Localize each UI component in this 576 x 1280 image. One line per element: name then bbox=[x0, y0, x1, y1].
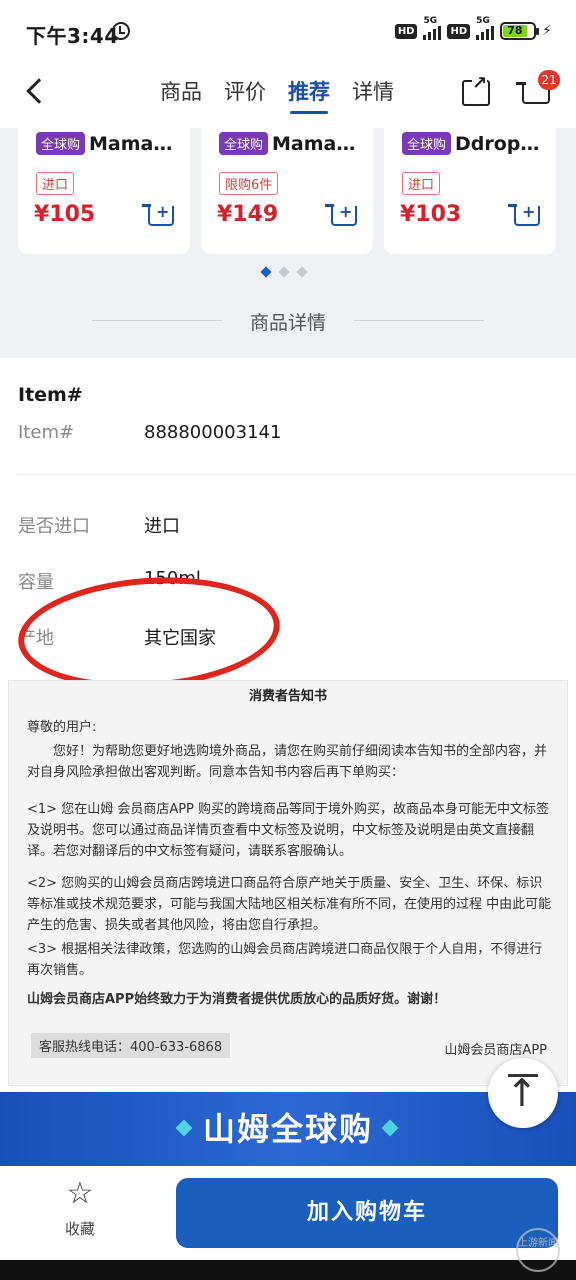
add-to-cart-button[interactable]: 加入购物车 bbox=[176, 1178, 558, 1248]
back-icon[interactable] bbox=[26, 78, 52, 104]
recommend-section: 全球购 Mama… 进口 ¥105 全球购 Mama… 限购6件 ¥149 全球… bbox=[0, 128, 576, 358]
notice-paragraph: 您好！为帮助您更好地选购境外商品，请您在购买前仔细阅读本告知书的全部内容，并对自… bbox=[27, 744, 548, 780]
carousel-dot[interactable] bbox=[260, 266, 272, 278]
notice-greeting: 尊敬的用户: bbox=[27, 720, 97, 735]
product-card[interactable]: 全球购 Mama… 进口 ¥105 bbox=[18, 128, 190, 254]
share-icon[interactable] bbox=[462, 74, 490, 106]
product-price: ¥103 bbox=[400, 202, 462, 227]
detail-heading: Item# bbox=[18, 384, 83, 406]
detail-key: Item# bbox=[18, 422, 75, 443]
carousel-indicator bbox=[260, 266, 308, 278]
watermark-logo: 上游新闻 bbox=[516, 1228, 560, 1272]
consumer-notice: 消费者告知书 尊敬的用户: 您好！为帮助您更好地选购境外商品，请您在购买前仔细阅… bbox=[8, 680, 568, 1086]
nav-bar: 商品 评价 推荐 详情 bbox=[0, 64, 576, 128]
battery-level: 78 bbox=[503, 25, 527, 37]
detail-value: 进口 bbox=[144, 516, 180, 537]
notice-title: 消费者告知书 bbox=[248, 689, 327, 704]
product-card[interactable]: 全球购 Mama… 限购6件 ¥149 bbox=[201, 128, 373, 254]
status-icons: HD 5G HD 5G 78 ⚡ bbox=[394, 16, 552, 40]
notice-paragraph: <3> 根据相关法律政策，您选购的山姆会员商店跨境进口商品仅限于个人自用，不得进… bbox=[27, 942, 543, 978]
detail-value: 888800003141 bbox=[144, 422, 282, 443]
product-badge: 限购6件 bbox=[219, 172, 279, 195]
product-price: ¥149 bbox=[217, 202, 279, 227]
product-card[interactable]: 全球购 Ddrop… 进口 ¥103 bbox=[384, 128, 556, 254]
product-name: Mama… bbox=[272, 132, 356, 155]
hd-icon: HD bbox=[394, 23, 418, 39]
signal-icon: 5G bbox=[423, 16, 442, 40]
notice-closing: 山姆会员商店APP始终致力于为消费者提供优质放心的品质好货。谢谢！ bbox=[27, 992, 447, 1007]
tab-reviews[interactable]: 评价 bbox=[224, 76, 266, 114]
section-title: 商品详情 bbox=[0, 308, 576, 335]
alarm-icon bbox=[112, 22, 130, 40]
product-name: Mama… bbox=[89, 132, 173, 155]
add-to-cart-icon[interactable] bbox=[142, 202, 174, 226]
system-nav-bar bbox=[0, 1260, 576, 1280]
product-badge: 进口 bbox=[36, 172, 75, 195]
network-label: 5G bbox=[423, 16, 438, 26]
tab-details[interactable]: 详情 bbox=[352, 76, 394, 114]
tab-recommend[interactable]: 推荐 bbox=[288, 76, 330, 114]
notice-signature: 山姆会员商店APP bbox=[444, 1043, 547, 1058]
status-time: 下午3:44 bbox=[26, 24, 119, 48]
add-to-cart-icon[interactable] bbox=[325, 202, 357, 226]
network-label: 5G bbox=[476, 16, 490, 26]
detail-key: 是否进口 bbox=[18, 516, 90, 537]
product-price: ¥105 bbox=[34, 202, 96, 227]
favorite-button[interactable]: ☆ 收藏 bbox=[50, 1178, 110, 1239]
carousel-dot[interactable] bbox=[296, 266, 308, 278]
global-tag: 全球购 bbox=[36, 132, 86, 155]
back-to-top-button[interactable]: ↑ bbox=[488, 1058, 558, 1128]
notice-paragraph: <1> 您在山姆 会员商店APP 购买的跨境商品等同于境外购买，故商品本身可能无… bbox=[27, 802, 550, 859]
banner-title: 山姆全球购 bbox=[202, 1110, 373, 1148]
star-icon: ☆ bbox=[66, 1176, 94, 1211]
hotline: 客服热线电话：400-633-6868 bbox=[31, 1033, 231, 1058]
favorite-label: 收藏 bbox=[64, 1220, 95, 1238]
status-bar: 下午3:44 HD 5G HD 5G 78 ⚡ bbox=[0, 0, 576, 64]
product-badge: 进口 bbox=[402, 172, 441, 195]
product-name: Ddrop… bbox=[455, 132, 540, 155]
notice-paragraph: <2> 您购买的山姆会员商店跨境进口商品符合原产地关于质量、安全、卫生、环保、标… bbox=[27, 876, 552, 933]
hd-icon: HD bbox=[447, 23, 471, 39]
signal-icon: 5G bbox=[476, 16, 495, 40]
charging-icon: ⚡ bbox=[542, 23, 552, 39]
battery-icon: 78 bbox=[500, 22, 540, 40]
global-tag: 全球购 bbox=[219, 132, 269, 155]
divider bbox=[18, 474, 576, 475]
nav-tabs: 商品 评价 推荐 详情 bbox=[160, 76, 394, 114]
arrow-up-icon: ↑ bbox=[506, 1071, 538, 1115]
add-to-cart-icon[interactable] bbox=[508, 202, 540, 226]
cart-count-badge: 21 bbox=[538, 70, 560, 90]
carousel-dot[interactable] bbox=[278, 266, 290, 278]
global-tag: 全球购 bbox=[402, 132, 452, 155]
tab-product[interactable]: 商品 bbox=[160, 76, 202, 114]
detail-key: 容量 bbox=[18, 572, 54, 593]
bottom-bar: ☆ 收藏 加入购物车 bbox=[0, 1166, 576, 1260]
